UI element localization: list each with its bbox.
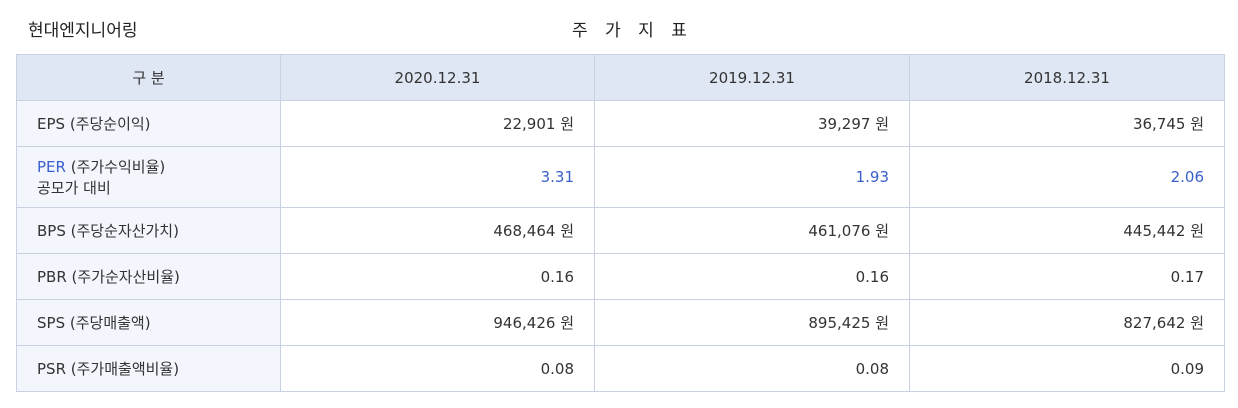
row-label-pbr: PBR (주가순자산비율) [16, 253, 281, 300]
row-desc: (주당매출액) [69, 314, 151, 332]
row-sublabel: 공모가 대비 [37, 179, 111, 197]
cell-value: 3.31 [280, 146, 595, 208]
cell-value: 461,076 원 [594, 207, 910, 254]
cell-value: 22,901 원 [280, 100, 595, 147]
row-desc: (주가순자산비율) [71, 268, 180, 286]
cell-value: 0.09 [909, 345, 1225, 392]
row-desc: (주가매출액비율) [70, 360, 180, 378]
row-desc: (주가수익비율) [70, 158, 166, 176]
cell-value: 827,642 원 [909, 299, 1225, 346]
cell-value: 0.08 [280, 345, 595, 392]
row-label-eps: EPS (주당순이익) [16, 100, 281, 147]
cell-value: 2.06 [909, 146, 1225, 208]
company-name: 현대엔지니어링 [28, 21, 138, 41]
cell-value: 1.93 [594, 146, 910, 208]
cell-value: 468,464 원 [280, 207, 595, 254]
row-label-bps: BPS (주당순자산가치) [16, 207, 281, 254]
column-header-2020: 2020.12.31 [280, 54, 595, 101]
table-row-per: PER (주가수익비율) 공모가 대비 3.31 1.93 2.06 [16, 146, 1225, 208]
row-abbr: PBR [37, 268, 67, 286]
cell-value: 0.17 [909, 253, 1225, 300]
column-header-2018: 2018.12.31 [909, 54, 1225, 101]
cell-value: 0.16 [594, 253, 910, 300]
row-desc: (주당순자산가치) [70, 222, 179, 240]
stock-indicator-table: 구 분 2020.12.31 2019.12.31 2018.12.31 EPS… [16, 54, 1225, 392]
table-row-pbr: PBR (주가순자산비율) 0.16 0.16 0.17 [16, 253, 1225, 300]
row-abbr: SPS [37, 314, 66, 332]
row-abbr: EPS [37, 115, 66, 133]
table-row-bps: BPS (주당순자산가치) 468,464 원 461,076 원 445,44… [16, 207, 1225, 254]
row-label-psr: PSR (주가매출액비율) [16, 345, 281, 392]
column-header-category: 구 분 [16, 54, 281, 101]
row-label-per: PER (주가수익비율) 공모가 대비 [16, 146, 281, 208]
cell-value: 39,297 원 [594, 100, 910, 147]
cell-value: 36,745 원 [909, 100, 1225, 147]
row-abbr: BPS [37, 222, 66, 240]
page-title: 주 가 지 표 [572, 21, 693, 41]
cell-value: 0.08 [594, 345, 910, 392]
cell-value: 946,426 원 [280, 299, 595, 346]
table-row-eps: EPS (주당순이익) 22,901 원 39,297 원 36,745 원 [16, 100, 1225, 147]
row-label-sps: SPS (주당매출액) [16, 299, 281, 346]
table-row-sps: SPS (주당매출액) 946,426 원 895,425 원 827,642 … [16, 299, 1225, 346]
row-abbr: PSR [37, 360, 66, 378]
cell-value: 445,442 원 [909, 207, 1225, 254]
table-row-psr: PSR (주가매출액비율) 0.08 0.08 0.09 [16, 345, 1225, 392]
row-desc: (주당순이익) [69, 115, 151, 133]
table-header-row: 구 분 2020.12.31 2019.12.31 2018.12.31 [16, 54, 1225, 101]
cell-value: 895,425 원 [594, 299, 910, 346]
per-link[interactable]: PER [37, 158, 66, 176]
cell-value: 0.16 [280, 253, 595, 300]
column-header-2019: 2019.12.31 [594, 54, 910, 101]
